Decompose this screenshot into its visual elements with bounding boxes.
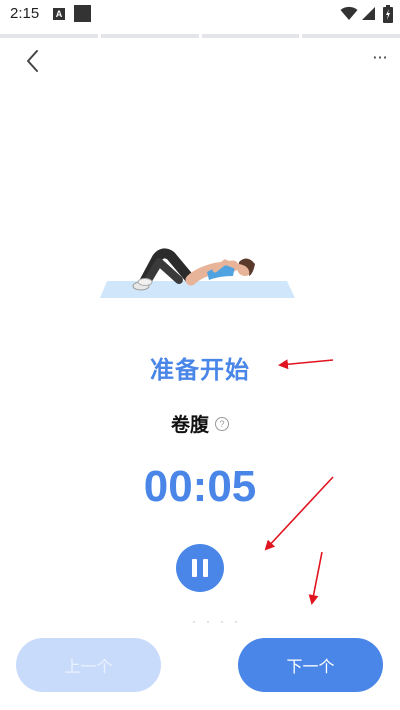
- faint-page-indicator: [193, 621, 237, 623]
- progress-segment: [0, 34, 98, 38]
- pause-button[interactable]: [176, 544, 224, 592]
- wifi-icon: [340, 6, 358, 20]
- status-time: 2:15: [10, 5, 40, 22]
- more-options-button[interactable]: ···: [366, 46, 394, 72]
- battery-icon: [383, 5, 393, 23]
- previous-exercise-button[interactable]: 上一个: [16, 638, 161, 692]
- progress-segment: [302, 34, 400, 38]
- chevron-left-icon: [27, 50, 38, 72]
- progress-segment: [100, 34, 199, 38]
- help-icon[interactable]: ?: [215, 416, 229, 431]
- workout-status-title: 准备开始: [150, 356, 250, 384]
- back-button[interactable]: [18, 46, 48, 76]
- progress-segment: [201, 34, 300, 38]
- exercise-name: 卷腹: [170, 414, 209, 436]
- exercise-name-row: 卷腹 ?: [0, 410, 400, 437]
- crunch-exercise-illustration: [100, 248, 295, 298]
- annotation-arrow: [308, 551, 323, 605]
- countdown-timer: 00:05: [143, 462, 257, 511]
- notification-square-icon: [74, 5, 91, 22]
- exercise-progress-segments: [0, 34, 400, 38]
- status-bar: 2:15 A: [0, 0, 400, 30]
- next-exercise-button[interactable]: 下一个: [238, 638, 383, 692]
- signal-icon: [362, 7, 375, 20]
- notification-a-icon: A: [53, 8, 65, 20]
